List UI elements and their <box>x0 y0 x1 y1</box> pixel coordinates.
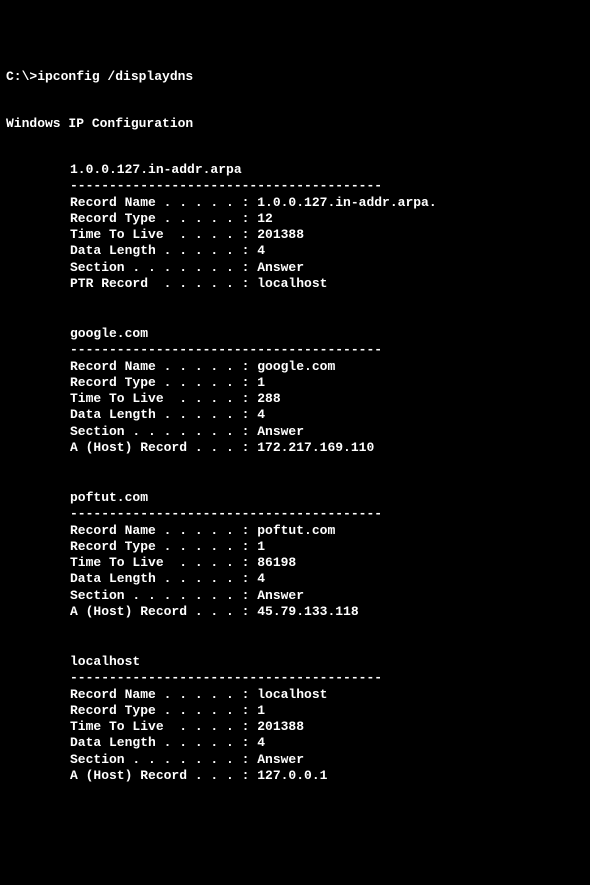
blank-line <box>6 640 584 654</box>
record-separator: ---------------------------------------- <box>70 506 584 522</box>
dns-record: localhost-------------------------------… <box>6 654 584 784</box>
record-data-length-row: Data Length . . . . . : 4 <box>70 243 584 259</box>
record-title: google.com <box>70 326 584 342</box>
dns-records-output: 1.0.0.127.in-addr.arpa------------------… <box>6 162 584 784</box>
record-final-row: PTR Record . . . . . : localhost <box>70 276 584 292</box>
record-final-row: A (Host) Record . . . : 172.217.169.110 <box>70 440 584 456</box>
record-name-row: Record Name . . . . . : localhost <box>70 687 584 703</box>
record-section-row: Section . . . . . . . : Answer <box>70 588 584 604</box>
record-ttl-row: Time To Live . . . . : 201388 <box>70 227 584 243</box>
record-section-row: Section . . . . . . . : Answer <box>70 260 584 276</box>
command-prompt-line: C:\>ipconfig /displaydns <box>6 69 584 85</box>
dns-record: poftut.com------------------------------… <box>6 490 584 620</box>
record-section-row: Section . . . . . . . : Answer <box>70 424 584 440</box>
record-type-row: Record Type . . . . . : 12 <box>70 211 584 227</box>
record-name-row: Record Name . . . . . : google.com <box>70 359 584 375</box>
record-separator: ---------------------------------------- <box>70 178 584 194</box>
record-name-row: Record Name . . . . . : poftut.com <box>70 523 584 539</box>
record-type-row: Record Type . . . . . : 1 <box>70 375 584 391</box>
record-data-length-row: Data Length . . . . . : 4 <box>70 735 584 751</box>
record-data-length-row: Data Length . . . . . : 4 <box>70 571 584 587</box>
blank-line <box>6 476 584 490</box>
blank-line <box>6 312 584 326</box>
record-type-row: Record Type . . . . . : 1 <box>70 703 584 719</box>
record-type-row: Record Type . . . . . : 1 <box>70 539 584 555</box>
record-section-row: Section . . . . . . . : Answer <box>70 752 584 768</box>
record-ttl-row: Time To Live . . . . : 86198 <box>70 555 584 571</box>
record-separator: ---------------------------------------- <box>70 342 584 358</box>
record-separator: ---------------------------------------- <box>70 670 584 686</box>
record-final-row: A (Host) Record . . . : 127.0.0.1 <box>70 768 584 784</box>
record-final-row: A (Host) Record . . . : 45.79.133.118 <box>70 604 584 620</box>
record-ttl-row: Time To Live . . . . : 288 <box>70 391 584 407</box>
dns-record: 1.0.0.127.in-addr.arpa------------------… <box>6 162 584 292</box>
record-title: poftut.com <box>70 490 584 506</box>
record-name-row: Record Name . . . . . : 1.0.0.127.in-add… <box>70 195 584 211</box>
ip-config-header: Windows IP Configuration <box>6 116 584 132</box>
record-ttl-row: Time To Live . . . . : 201388 <box>70 719 584 735</box>
record-title: localhost <box>70 654 584 670</box>
record-data-length-row: Data Length . . . . . : 4 <box>70 407 584 423</box>
record-title: 1.0.0.127.in-addr.arpa <box>70 162 584 178</box>
dns-record: google.com------------------------------… <box>6 326 584 456</box>
